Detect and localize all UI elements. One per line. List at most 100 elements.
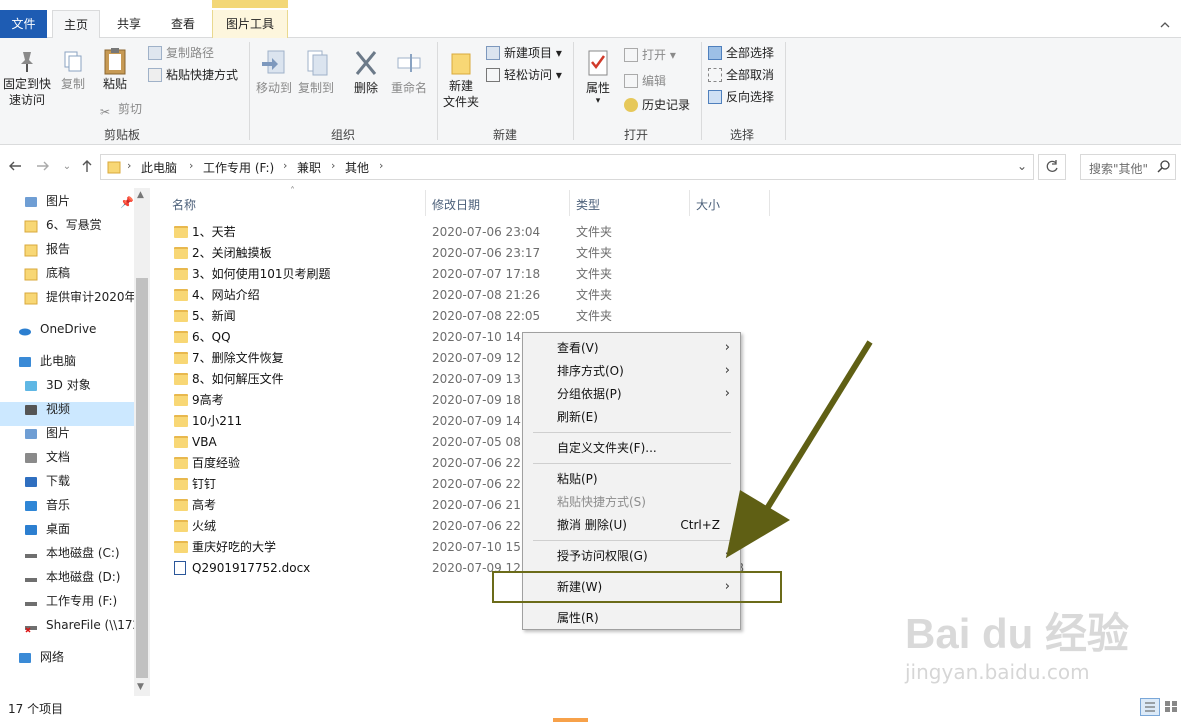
sidebar-item[interactable]: 图片 <box>0 422 134 444</box>
paste-shortcut-button[interactable]: 粘贴快捷方式 <box>148 66 238 84</box>
forward-button[interactable] <box>34 158 52 176</box>
sidebar-item-label: 文档 <box>46 450 71 464</box>
context-menu-item[interactable]: 属性(R) <box>523 607 740 629</box>
sidebar-item[interactable]: 底稿 <box>0 262 134 284</box>
folder-icon <box>174 499 188 511</box>
move-to-button[interactable]: 移动到 <box>254 48 294 96</box>
sidebar-item[interactable]: 视频 <box>0 398 134 420</box>
breadcrumb-drive-f[interactable]: 工作专用 (F:) <box>203 159 274 176</box>
file-name: 2、关闭触摸板 <box>192 246 272 260</box>
select-all-button[interactable]: 全部选择 <box>708 44 774 62</box>
download-icon <box>24 474 38 488</box>
select-none-button[interactable]: 全部取消 <box>708 66 774 84</box>
document-icon <box>24 450 38 464</box>
file-row[interactable]: 3、如何使用101贝考刷题 2020-07-07 17:18 文件夹 <box>168 264 768 285</box>
sidebar-item[interactable]: 本地磁盘 (D:) <box>0 566 134 588</box>
new-item-button[interactable]: 新建项目 ▾ <box>486 44 562 62</box>
easy-access-button[interactable]: 轻松访问 ▾ <box>486 66 562 84</box>
paste-button[interactable]: 粘贴 <box>98 46 132 92</box>
column-size[interactable]: 大小 <box>696 196 720 213</box>
search-box[interactable]: 搜索"其他" <box>1080 154 1176 180</box>
file-row[interactable]: 5、新闻 2020-07-08 22:05 文件夹 <box>168 306 768 327</box>
sidebar-item[interactable]: 工作专用 (F:) <box>0 590 134 612</box>
rename-button[interactable]: 重命名 <box>388 48 430 96</box>
tab-file[interactable]: 文件 <box>0 10 47 38</box>
sidebar-item[interactable]: 6、写悬赏 <box>0 214 134 236</box>
open-button[interactable]: 打开 ▾ <box>624 46 676 64</box>
sidebar-item[interactable]: 网络 <box>0 646 134 668</box>
pin-quick-access-button[interactable]: 固定到快 速访问 <box>2 48 52 108</box>
column-divider[interactable] <box>569 190 570 216</box>
music-icon <box>24 498 38 512</box>
file-date: 2020-07-08 21:26 <box>432 288 541 302</box>
refresh-icon <box>1046 160 1058 172</box>
recent-locations-button[interactable]: ⌄ <box>58 158 76 176</box>
sidebar-item[interactable]: 图片 <box>0 190 134 212</box>
search-placeholder: 搜索"其他" <box>1089 162 1149 176</box>
copy-button[interactable]: 复制 <box>56 48 90 92</box>
sidebar-item[interactable]: 桌面 <box>0 518 134 540</box>
tab-share[interactable]: 共享 <box>104 10 154 38</box>
folder-icon <box>24 290 38 305</box>
new-folder-button[interactable]: 新建 文件夹 <box>440 48 482 110</box>
column-date[interactable]: 修改日期 <box>432 196 480 213</box>
drive-icon <box>24 570 38 584</box>
sidebar-item-label: 提供审计2020年 <box>46 290 134 304</box>
copy-to-icon <box>302 48 330 80</box>
easy-access-label: 轻松访问 <box>504 68 553 82</box>
cut-button[interactable]: ✂ 剪切 <box>100 100 142 119</box>
history-button[interactable]: 历史记录 <box>624 96 690 114</box>
file-row[interactable]: 4、网站介绍 2020-07-08 21:26 文件夹 <box>168 285 768 306</box>
tab-picture-tools[interactable]: 图片工具 <box>212 10 288 38</box>
properties-button[interactable]: 属性 ▾ <box>580 48 616 106</box>
sidebar-item[interactable]: 提供审计2020年 <box>0 286 134 308</box>
copy-path-button[interactable]: 复制路径 <box>148 44 214 62</box>
chevron-up-icon[interactable] <box>1158 18 1172 32</box>
paste-label: 粘贴 <box>102 77 127 91</box>
refresh-button[interactable] <box>1038 154 1066 180</box>
edit-button[interactable]: 编辑 <box>624 72 666 90</box>
breadcrumb-this-pc[interactable]: 此电脑 <box>141 159 177 176</box>
sidebar-item[interactable]: 报告 <box>0 238 134 260</box>
delete-button[interactable]: 删除 <box>348 48 384 96</box>
column-type[interactable]: 类型 <box>576 196 600 213</box>
up-button[interactable] <box>78 158 96 176</box>
sidebar-item[interactable]: 本地磁盘 (C:) <box>0 542 134 564</box>
address-dropdown-chevron-icon[interactable]: ⌄ <box>1017 159 1027 173</box>
sidebar-item-label: 3D 对象 <box>46 378 91 392</box>
file-row[interactable]: 1、天若 2020-07-06 23:04 文件夹 <box>168 222 768 243</box>
invert-selection-button[interactable]: 反向选择 <box>708 88 774 106</box>
sidebar-item-label: 工作专用 (F:) <box>46 594 118 608</box>
column-name[interactable]: 名称 <box>172 196 196 213</box>
sidebar-item[interactable]: ShareFile (\\172 <box>0 614 134 636</box>
breadcrumb-other[interactable]: 其他 <box>345 159 369 176</box>
tab-home[interactable]: 主页 <box>52 10 100 39</box>
sidebar-item[interactable]: 此电脑 <box>0 350 134 372</box>
sidebar-item[interactable]: 3D 对象 <box>0 374 134 396</box>
sidebar-item[interactable]: OneDrive <box>0 318 134 340</box>
sidebar-item[interactable]: 文档 <box>0 446 134 468</box>
large-icons-view-button[interactable] <box>1162 698 1180 716</box>
file-date: 2020-07-05 08:5 <box>432 435 533 449</box>
details-view-button[interactable] <box>1140 698 1160 716</box>
sidebar-item-label: ShareFile (\\172 <box>46 618 134 632</box>
breadcrumb-jianzhi[interactable]: 兼职 <box>297 159 321 176</box>
column-divider[interactable] <box>689 190 690 216</box>
copy-to-button[interactable]: 复制到 <box>296 48 336 96</box>
copy-label: 复制 <box>60 77 85 91</box>
history-icon <box>624 98 638 112</box>
scroll-up-icon[interactable]: ▲ <box>137 190 144 200</box>
sidebar-item[interactable]: 音乐 <box>0 494 134 516</box>
column-divider[interactable] <box>769 190 770 216</box>
address-bar[interactable]: › 此电脑 › 工作专用 (F:) › 兼职 › 其他 › ⌄ <box>100 154 1034 180</box>
folder-icon <box>174 520 188 532</box>
file-row[interactable]: 2、关闭触摸板 2020-07-06 23:17 文件夹 <box>168 243 768 264</box>
nav-scroll-thumb[interactable] <box>136 278 148 678</box>
file-date: 2020-07-06 22:1 <box>432 477 533 491</box>
back-button[interactable] <box>6 158 24 176</box>
sidebar-item[interactable]: 下载 <box>0 470 134 492</box>
tab-view[interactable]: 查看 <box>158 10 208 38</box>
copy-path-label: 复制路径 <box>166 46 215 60</box>
scroll-down-icon[interactable]: ▼ <box>137 682 144 692</box>
column-divider[interactable] <box>425 190 426 216</box>
